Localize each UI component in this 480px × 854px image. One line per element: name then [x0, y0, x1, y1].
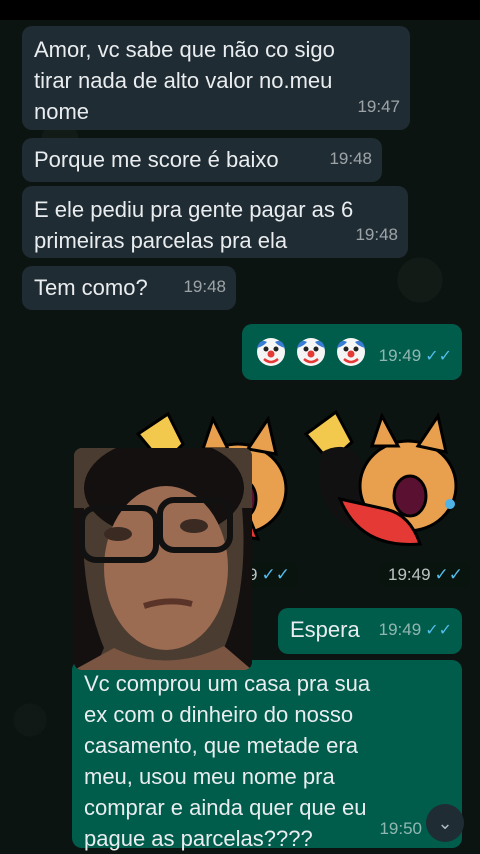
message-text: Espera	[290, 617, 360, 642]
message-time: 19:48	[355, 225, 398, 244]
sticker-time: 19:49 ✓✓	[380, 562, 472, 588]
person-video-image	[74, 448, 252, 670]
message-time: 19:47	[357, 97, 400, 116]
clown-face-icon	[297, 338, 325, 366]
message-text-line: casamento, que metade era	[84, 733, 358, 758]
message-outgoing[interactable]: Vc comprou um casa pra sua ex com o dinh…	[72, 660, 462, 851]
message-incoming[interactable]: Tem como? 19:48	[22, 266, 236, 310]
webcam-overlay	[74, 448, 252, 670]
message-text-line: nome	[34, 99, 90, 124]
message-text: Tem como?	[34, 275, 148, 300]
message-time: 19:48	[329, 149, 372, 168]
status-bar	[0, 0, 480, 20]
message-outgoing[interactable]: 19:49 ✓✓	[242, 324, 462, 380]
laughing-cat-sticker-image	[303, 409, 458, 546]
clown-face-icon	[337, 338, 365, 366]
double-check-icon: ✓✓	[425, 348, 452, 365]
message-time: 19:49 ✓✓	[378, 620, 452, 639]
message-text-line: primeiras parcelas pra ela	[34, 228, 288, 253]
message-incoming[interactable]: E ele pediu pra gente pagar as 6 primeir…	[22, 186, 408, 258]
message-text-line: Amor, vc sabe que não co sigo	[34, 37, 335, 62]
double-check-icon: ✓✓	[261, 565, 290, 584]
message-incoming[interactable]: Amor, vc sabe que não co sigo tirar nada…	[22, 26, 410, 130]
message-outgoing[interactable]: Espera 19:49 ✓✓	[278, 608, 462, 654]
message-text: Porque me score é baixo	[34, 147, 279, 172]
message-text-line: E ele pediu pra gente pagar as 6	[34, 197, 354, 222]
message-text-line: Vc comprou um casa pra sua	[84, 671, 371, 696]
chevrons-down-icon: ⌄	[437, 812, 453, 833]
double-check-icon: ✓✓	[425, 622, 452, 639]
double-check-icon: ✓✓	[434, 565, 464, 584]
message-time: 19:50	[379, 819, 422, 838]
message-text-line: meu, usou meu nome pra	[84, 764, 335, 789]
message-text-line: ex com o dinheiro do nosso	[84, 702, 354, 727]
message-text-line: tirar nada de alto valor no.meu	[34, 68, 333, 93]
scroll-down-button[interactable]: ⌄	[426, 804, 464, 842]
sticker-laughing-cat[interactable]	[300, 404, 460, 554]
message-time: 19:49 ✓✓	[378, 346, 452, 365]
message-incoming[interactable]: Porque me score é baixo 19:48	[22, 138, 382, 182]
clown-face-icon	[257, 338, 285, 366]
message-time: 19:48	[183, 277, 226, 296]
